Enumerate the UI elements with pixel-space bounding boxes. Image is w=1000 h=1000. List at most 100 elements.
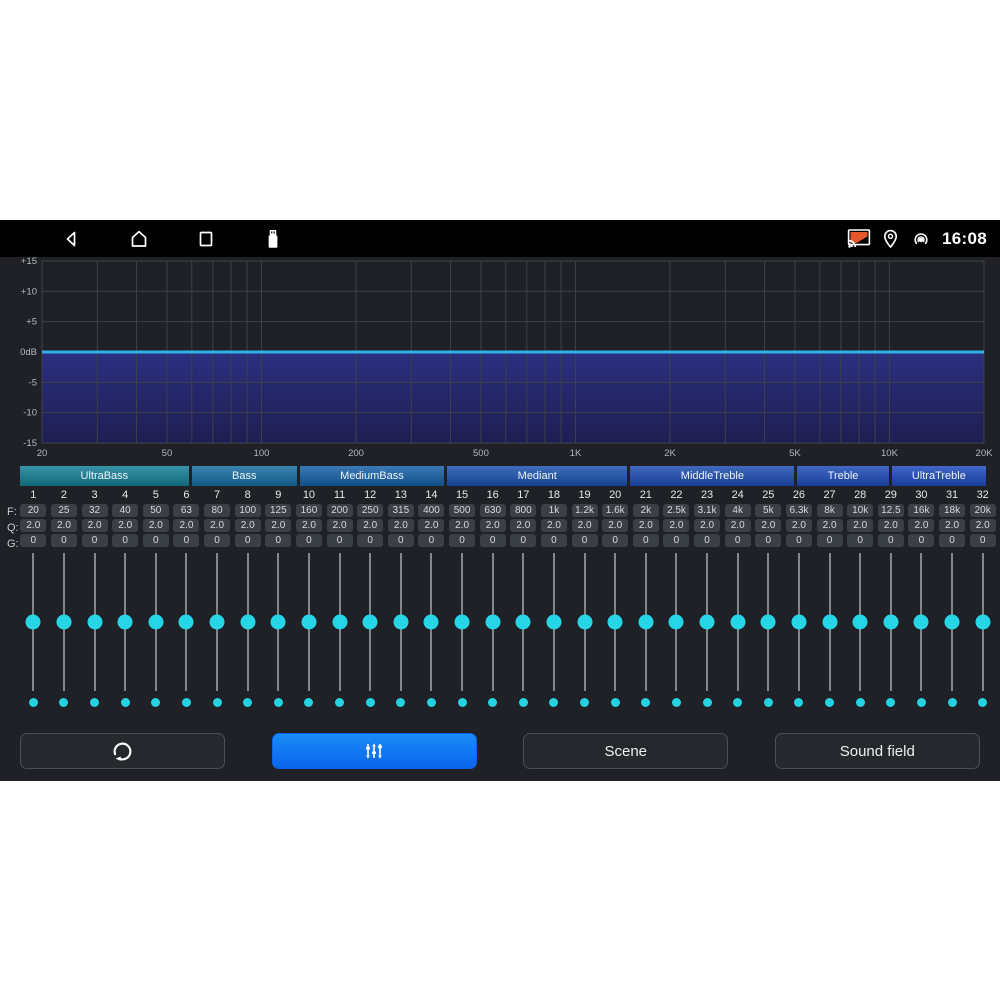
f-value[interactable]: 400 [418,504,444,517]
slider-thumb[interactable] [56,615,71,630]
band-tab-bass[interactable]: Bass [192,466,297,486]
f-value[interactable]: 4k [725,504,751,517]
gain-slider-17[interactable] [508,553,539,691]
g-value[interactable]: 0 [633,534,659,547]
q-value[interactable]: 2.0 [939,519,965,532]
gain-slider-24[interactable] [722,553,753,691]
f-value[interactable]: 3.1k [694,504,720,517]
f-value[interactable]: 1.2k [572,504,598,517]
g-value[interactable]: 0 [296,534,322,547]
gain-slider-8[interactable] [232,553,263,691]
g-value[interactable]: 0 [939,534,965,547]
f-value[interactable]: 50 [143,504,169,517]
gain-slider-19[interactable] [569,553,600,691]
g-value[interactable]: 0 [755,534,781,547]
sound-field-button[interactable]: Sound field [775,733,980,769]
gain-slider-12[interactable] [355,553,386,691]
band-tab-treble[interactable]: Treble [797,466,888,486]
f-value[interactable]: 40 [112,504,138,517]
gain-slider-22[interactable] [661,553,692,691]
q-value[interactable]: 2.0 [235,519,261,532]
gain-slider-13[interactable] [386,553,417,691]
f-value[interactable]: 2.5k [663,504,689,517]
g-value[interactable]: 0 [388,534,414,547]
gain-slider-27[interactable] [814,553,845,691]
gain-slider-21[interactable] [631,553,662,691]
g-value[interactable]: 0 [20,534,46,547]
band-tab-mediant[interactable]: Mediant [447,466,627,486]
q-value[interactable]: 2.0 [572,519,598,532]
q-value[interactable]: 2.0 [143,519,169,532]
q-value[interactable]: 2.0 [970,519,996,532]
f-value[interactable]: 1.6k [602,504,628,517]
home-button[interactable] [126,226,152,252]
g-value[interactable]: 0 [112,534,138,547]
q-value[interactable]: 2.0 [725,519,751,532]
gain-slider-25[interactable] [753,553,784,691]
f-value[interactable]: 10k [847,504,873,517]
g-value[interactable]: 0 [878,534,904,547]
q-value[interactable]: 2.0 [449,519,475,532]
q-value[interactable]: 2.0 [633,519,659,532]
gain-slider-29[interactable] [876,553,907,691]
f-value[interactable]: 2k [633,504,659,517]
f-value[interactable]: 80 [204,504,230,517]
slider-thumb[interactable] [26,615,41,630]
slider-thumb[interactable] [638,615,653,630]
g-value[interactable]: 0 [480,534,506,547]
slider-thumb[interactable] [240,615,255,630]
q-value[interactable]: 2.0 [602,519,628,532]
gain-slider-14[interactable] [416,553,447,691]
slider-thumb[interactable] [669,615,684,630]
slider-thumb[interactable] [271,615,286,630]
slider-thumb[interactable] [210,615,225,630]
g-value[interactable]: 0 [204,534,230,547]
gain-slider-3[interactable] [79,553,110,691]
band-tab-mediumbass[interactable]: MediumBass [300,466,444,486]
q-value[interactable]: 2.0 [510,519,536,532]
g-value[interactable]: 0 [694,534,720,547]
slider-thumb[interactable] [455,615,470,630]
q-value[interactable]: 2.0 [112,519,138,532]
gain-slider-16[interactable] [477,553,508,691]
g-value[interactable]: 0 [786,534,812,547]
q-value[interactable]: 2.0 [20,519,46,532]
f-value[interactable]: 125 [265,504,291,517]
g-value[interactable]: 0 [265,534,291,547]
q-value[interactable]: 2.0 [327,519,353,532]
gain-slider-30[interactable] [906,553,937,691]
q-value[interactable]: 2.0 [357,519,383,532]
gain-slider-15[interactable] [447,553,478,691]
q-value[interactable]: 2.0 [173,519,199,532]
slider-thumb[interactable] [730,615,745,630]
g-value[interactable]: 0 [82,534,108,547]
back-button[interactable] [59,226,85,252]
gain-slider-7[interactable] [202,553,233,691]
q-value[interactable]: 2.0 [51,519,77,532]
slider-thumb[interactable] [363,615,378,630]
q-value[interactable]: 2.0 [817,519,843,532]
slider-thumb[interactable] [945,615,960,630]
f-value[interactable]: 315 [388,504,414,517]
g-value[interactable]: 0 [143,534,169,547]
slider-thumb[interactable] [577,615,592,630]
gain-slider-11[interactable] [324,553,355,691]
gain-slider-28[interactable] [845,553,876,691]
slider-thumb[interactable] [853,615,868,630]
f-value[interactable]: 800 [510,504,536,517]
gain-slider-26[interactable] [784,553,815,691]
q-value[interactable]: 2.0 [418,519,444,532]
recents-button[interactable] [193,226,219,252]
f-value[interactable]: 20k [970,504,996,517]
g-value[interactable]: 0 [908,534,934,547]
slider-thumb[interactable] [424,615,439,630]
f-value[interactable]: 12.5 [878,504,904,517]
scene-button[interactable]: Scene [523,733,728,769]
slider-thumb[interactable] [883,615,898,630]
g-value[interactable]: 0 [663,534,689,547]
g-value[interactable]: 0 [725,534,751,547]
f-value[interactable]: 8k [817,504,843,517]
slider-thumb[interactable] [393,615,408,630]
q-value[interactable]: 2.0 [694,519,720,532]
g-value[interactable]: 0 [418,534,444,547]
